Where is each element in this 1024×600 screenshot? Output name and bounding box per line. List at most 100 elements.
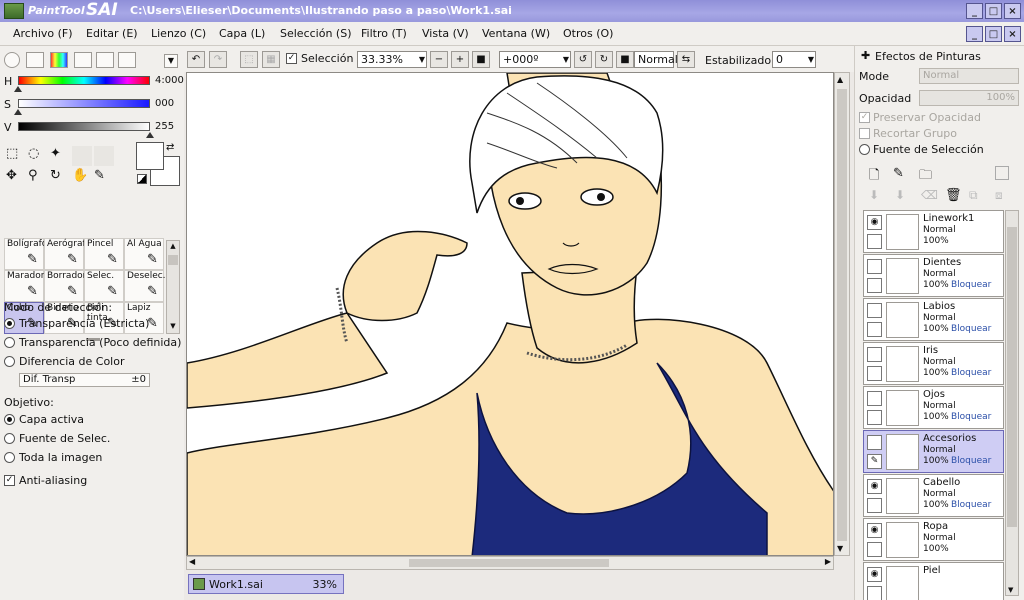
menu-vista[interactable]: Vista (V): [422, 27, 469, 40]
transfer-down-icon[interactable]: ⬇: [869, 188, 879, 202]
target-option-active-layer[interactable]: Capa activa: [4, 413, 84, 426]
saturation-slider[interactable]: [18, 99, 150, 108]
layer-row-ropa[interactable]: ◉ Ropa Normal 100%: [863, 518, 1004, 561]
detection-option-loose[interactable]: Transparencia (Poco definida): [4, 336, 181, 349]
radio-unselected[interactable]: [4, 356, 15, 367]
hue-slider-thumb[interactable]: [14, 86, 22, 92]
scroll-up-icon[interactable]: ▲: [837, 75, 843, 84]
tool-grid-scrollbar[interactable]: ▲ ▼: [166, 240, 180, 334]
clip-group-checkbox[interactable]: [859, 128, 870, 139]
layer-row-labios[interactable]: Labios Normal 100% Bloquear: [863, 298, 1004, 341]
scratchpad-tab[interactable]: [96, 52, 114, 68]
tool-deselect-brush[interactable]: Deselec. ✎: [124, 270, 166, 302]
radio-selected[interactable]: [4, 318, 15, 329]
eye-icon[interactable]: ◉: [867, 567, 882, 582]
selection-source-toggle[interactable]: Fuente de Selección: [859, 143, 984, 156]
menu-archivo[interactable]: Archivo (F): [13, 27, 73, 40]
flatten-icon[interactable]: ⧈: [995, 188, 1003, 203]
eye-hidden-icon[interactable]: [867, 303, 882, 318]
zoom-icon[interactable]: ⚲: [28, 168, 38, 183]
magic-wand-icon[interactable]: ✦: [50, 146, 61, 161]
eye-icon[interactable]: ◉: [867, 215, 882, 230]
target-option-whole-image[interactable]: Toda la imagen: [4, 451, 102, 464]
hsv-slider-tab[interactable]: [50, 52, 68, 68]
rotate-reset-icon[interactable]: ■: [616, 51, 634, 68]
preserve-opacity-toggle[interactable]: ✓ Preservar Opacidad: [859, 111, 981, 124]
merge-visible-icon[interactable]: ⧉: [969, 188, 978, 203]
value-slider[interactable]: [18, 122, 150, 131]
swap-colors-icon[interactable]: ⇄: [166, 142, 174, 153]
chevron-down-icon[interactable]: ▼: [419, 52, 425, 67]
detection-option-strict[interactable]: Transparencia (Estricta): [4, 317, 149, 330]
zoom-reset-icon[interactable]: ■: [472, 51, 490, 68]
doc-minimize-button[interactable]: _: [966, 26, 983, 42]
menu-seleccion[interactable]: Selección (S): [280, 27, 352, 40]
layer-lock-icon[interactable]: [867, 278, 882, 293]
canvas-vertical-scrollbar[interactable]: ▲ ▼: [834, 72, 850, 556]
rect-select-icon[interactable]: ⬚: [6, 146, 18, 161]
close-button[interactable]: ×: [1004, 3, 1021, 19]
hue-slider[interactable]: [18, 76, 150, 85]
move-icon[interactable]: ✥: [6, 168, 17, 183]
tool-water-brush[interactable]: Al Agua ✎: [124, 238, 164, 270]
preserve-opacity-checkbox[interactable]: ✓: [859, 112, 870, 123]
deselect-icon[interactable]: ⬚: [240, 51, 258, 68]
menu-lienzo[interactable]: Lienzo (C): [151, 27, 206, 40]
trash-icon[interactable]: 🗑: [945, 188, 962, 203]
rgb-slider-tab[interactable]: [26, 52, 44, 68]
layer-lock-icon[interactable]: [867, 410, 882, 425]
selection-toggle[interactable]: ✓ Selección: [286, 52, 353, 65]
rotate-left-icon[interactable]: ↺: [574, 51, 592, 68]
minimize-button[interactable]: _: [966, 3, 983, 19]
scroll-thumb[interactable]: [837, 89, 847, 541]
radio-unselected[interactable]: [4, 452, 15, 463]
menu-capa[interactable]: Capa (L): [219, 27, 265, 40]
layer-row-piel[interactable]: ◉ Piel: [863, 562, 1004, 600]
saturation-slider-thumb[interactable]: [14, 109, 22, 115]
new-layer-icon[interactable]: 🗋: [869, 166, 879, 188]
paint-brush-icon[interactable]: ✎: [867, 454, 882, 469]
new-folder-icon[interactable]: 🗀: [919, 166, 932, 188]
panel-menu-icon[interactable]: ▼: [164, 54, 178, 68]
menu-ventana[interactable]: Ventana (W): [482, 27, 550, 40]
document-tab[interactable]: Work1.sai 33%: [188, 574, 344, 594]
zoom-in-icon[interactable]: +: [451, 51, 469, 68]
scroll-right-icon[interactable]: ▶: [825, 557, 831, 566]
rotate-icon[interactable]: ↻: [50, 168, 61, 183]
scroll-up-icon[interactable]: ▲: [168, 242, 178, 252]
tool-marker[interactable]: Marador ✎: [4, 270, 44, 302]
eye-icon[interactable]: ◉: [867, 523, 882, 538]
maximize-button[interactable]: □: [985, 3, 1002, 19]
hand-icon[interactable]: ✋: [72, 168, 88, 183]
selection-source-radio[interactable]: [859, 144, 870, 155]
scroll-thumb[interactable]: [1007, 227, 1017, 527]
mixer-tab[interactable]: [118, 52, 136, 68]
tool-select-brush[interactable]: Selec. ✎: [84, 270, 124, 302]
canvas-horizontal-scrollbar[interactable]: ◀ ▶: [186, 556, 834, 570]
layer-lock-icon[interactable]: [867, 498, 882, 513]
detection-option-color[interactable]: Diferencia de Color: [4, 355, 125, 368]
doc-close-button[interactable]: ×: [1004, 26, 1021, 42]
layer-row-iris[interactable]: Iris Normal 100% Bloquear: [863, 342, 1004, 385]
layer-lock-icon[interactable]: [867, 366, 882, 381]
zoom-field[interactable]: 33.33% ▼: [357, 51, 427, 68]
layer-list-scrollbar[interactable]: ▼: [1005, 210, 1019, 596]
transparency-diff-field[interactable]: Dif. Transp ±0: [19, 373, 150, 387]
value-slider-thumb[interactable]: [146, 132, 154, 138]
eye-hidden-icon[interactable]: [867, 435, 882, 450]
antialias-toggle[interactable]: ✓ Anti-aliasing: [4, 474, 87, 487]
antialias-checkbox[interactable]: ✓: [4, 475, 15, 486]
target-option-selection-source[interactable]: Fuente de Selec.: [4, 432, 110, 445]
reset-colors-icon[interactable]: [137, 174, 147, 184]
canvas[interactable]: [186, 72, 834, 556]
opacity-field[interactable]: 100%: [919, 90, 1019, 106]
clip-group-toggle[interactable]: Recortar Grupo: [859, 127, 957, 140]
chevron-down-icon[interactable]: ▼: [563, 52, 569, 67]
mode-select[interactable]: Normal: [919, 68, 1019, 84]
lasso-icon[interactable]: ◌: [28, 146, 39, 161]
eye-icon[interactable]: ◉: [867, 479, 882, 494]
zoom-out-icon[interactable]: −: [430, 51, 448, 68]
layer-row-accesorios[interactable]: ✎ Accesorios Normal 100% Bloquear: [863, 430, 1004, 473]
scroll-left-icon[interactable]: ◀: [189, 557, 195, 566]
eye-hidden-icon[interactable]: [867, 259, 882, 274]
